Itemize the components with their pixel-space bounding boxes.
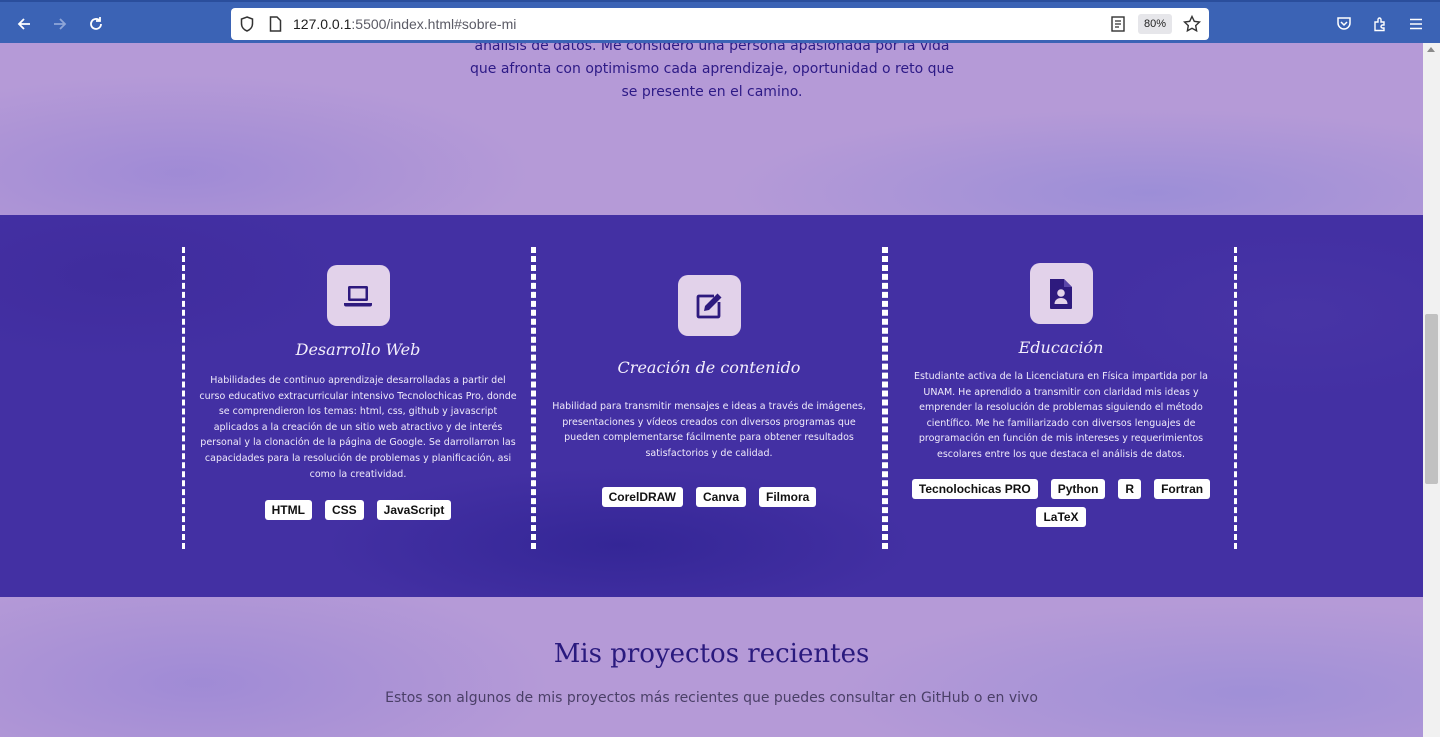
service-description: Estudiante activa de la Licenciatura en … [913, 371, 1208, 460]
projects-heading: Mis proyectos recientes [553, 639, 870, 669]
service-title: Creación de contenido [617, 358, 801, 377]
arrow-left-icon [17, 18, 30, 30]
service-description: Habilidades de continuo aprendizaje desa… [199, 375, 517, 480]
tag-html: HTML [264, 500, 312, 521]
about-line: que afronta con optimismo cada aprendiza… [470, 61, 954, 77]
page-info-icon[interactable] [267, 16, 283, 32]
service-title: Educación [1018, 338, 1104, 357]
service-title: Desarrollo Web [295, 340, 421, 359]
reload-button[interactable] [84, 12, 108, 36]
tag-tecnolochicas-pro: Tecnolochicas PRO [911, 478, 1038, 499]
back-button[interactable] [12, 12, 36, 36]
scroll-up-arrow[interactable] [1427, 47, 1435, 52]
browser-toolbar: 127.0.0.1:5500/index.html#sobre-mi 80% [0, 0, 1440, 43]
tag-canva: Canva [695, 487, 747, 508]
tag-css: CSS [324, 500, 364, 521]
vertical-scrollbar[interactable] [1423, 43, 1440, 737]
service-description: Habilidad para transmitir mensajes e ide… [552, 401, 866, 459]
bookmark-star-icon[interactable] [1183, 15, 1201, 33]
url-path: :5500/index.html#sobre-mi [351, 16, 517, 32]
laptop-icon [344, 285, 372, 306]
service-icon-box [1029, 263, 1093, 324]
scroll-thumb[interactable] [1425, 314, 1438, 484]
zoom-level-badge[interactable]: 80% [1138, 14, 1172, 34]
about-line: análisis de datos. Me considero una pers… [474, 43, 950, 54]
projects-subtitle: Estos son algunos de mis proyectos más r… [385, 690, 1038, 706]
edit-icon [696, 293, 722, 318]
url-host: 127.0.0.1 [293, 16, 352, 32]
about-paragraph: análisis de datos. Me considero una pers… [462, 43, 962, 104]
service-icon-box [326, 265, 390, 326]
arrow-right-icon [54, 18, 67, 30]
service-card-web: Desarrollo Web Habilidades de continuo a… [182, 247, 534, 549]
reload-icon [90, 17, 102, 30]
page-viewport: análisis de datos. Me considero una pers… [0, 43, 1423, 737]
extensions-icon[interactable] [1371, 15, 1389, 33]
service-tags: CorelDRAW Canva Filmora [536, 487, 882, 508]
menu-icon[interactable] [1407, 15, 1425, 33]
service-tags: HTML CSS JavaScript [185, 500, 531, 521]
service-icon-box [677, 275, 741, 336]
service-card-education: Educación Estudiante activa de la Licenc… [885, 247, 1237, 549]
tag-coreldraw: CorelDRAW [601, 487, 683, 508]
tag-filmora: Filmora [759, 487, 817, 508]
tag-latex: LaTeX [1036, 506, 1086, 527]
pocket-icon[interactable] [1335, 15, 1353, 33]
about-line: se presente en el camino. [621, 84, 803, 100]
file-user-icon [1050, 278, 1072, 309]
tag-python: Python [1050, 478, 1106, 499]
forward-button[interactable] [48, 12, 72, 36]
service-card-content: Creación de contenido Habilidad para tra… [533, 247, 885, 549]
reader-view-icon[interactable] [1110, 16, 1126, 32]
shield-icon[interactable] [239, 16, 255, 32]
url-text[interactable]: 127.0.0.1:5500/index.html#sobre-mi [293, 16, 516, 32]
tag-javascript: JavaScript [376, 500, 452, 521]
tag-fortran: Fortran [1154, 478, 1211, 499]
tag-r: R [1118, 478, 1142, 499]
address-bar[interactable]: 127.0.0.1:5500/index.html#sobre-mi 80% [231, 8, 1209, 40]
service-tags: Tecnolochicas PRO Python R Fortran LaTeX [888, 478, 1234, 527]
services-section: Desarrollo Web Habilidades de continuo a… [0, 215, 1423, 597]
